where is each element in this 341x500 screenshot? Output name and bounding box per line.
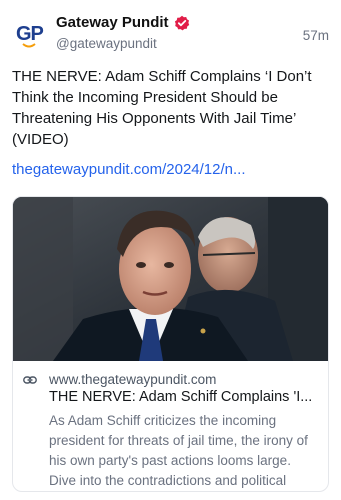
link-title[interactable]: THE NERVE: Adam Schiff Complains 'I... bbox=[49, 389, 321, 405]
logo-smile-icon bbox=[22, 43, 36, 48]
post-body-text: THE NERVE: Adam Schiff Complains ‘I Don’… bbox=[12, 68, 312, 148]
author-display-name[interactable]: Gateway Pundit bbox=[56, 14, 169, 31]
link-preview-card[interactable]: www.thegatewaypundit.com THE NERVE: Adam… bbox=[12, 196, 329, 492]
author-name-row: Gateway Pundit bbox=[56, 14, 190, 31]
link-description: As Adam Schiff criticizes the incoming p… bbox=[49, 413, 308, 488]
post-header: GP Gateway Pundit @gatewaypundit 57m bbox=[10, 10, 331, 54]
link-domain-row: www.thegatewaypundit.com bbox=[23, 372, 216, 387]
verified-badge-icon bbox=[174, 15, 189, 30]
avatar[interactable]: GP bbox=[10, 18, 46, 54]
author-handle[interactable]: @gatewaypundit bbox=[56, 36, 157, 51]
post-link[interactable]: thegatewaypundit.com/2024/12/n... bbox=[12, 161, 330, 178]
link-icon bbox=[23, 375, 37, 384]
post-timestamp[interactable]: 57m bbox=[303, 28, 329, 43]
link-preview-info[interactable]: www.thegatewaypundit.com THE NERVE: Adam… bbox=[13, 361, 328, 491]
link-preview-image[interactable] bbox=[13, 197, 328, 361]
preview-photo-illustration bbox=[13, 197, 328, 361]
link-domain: www.thegatewaypundit.com bbox=[49, 372, 217, 387]
